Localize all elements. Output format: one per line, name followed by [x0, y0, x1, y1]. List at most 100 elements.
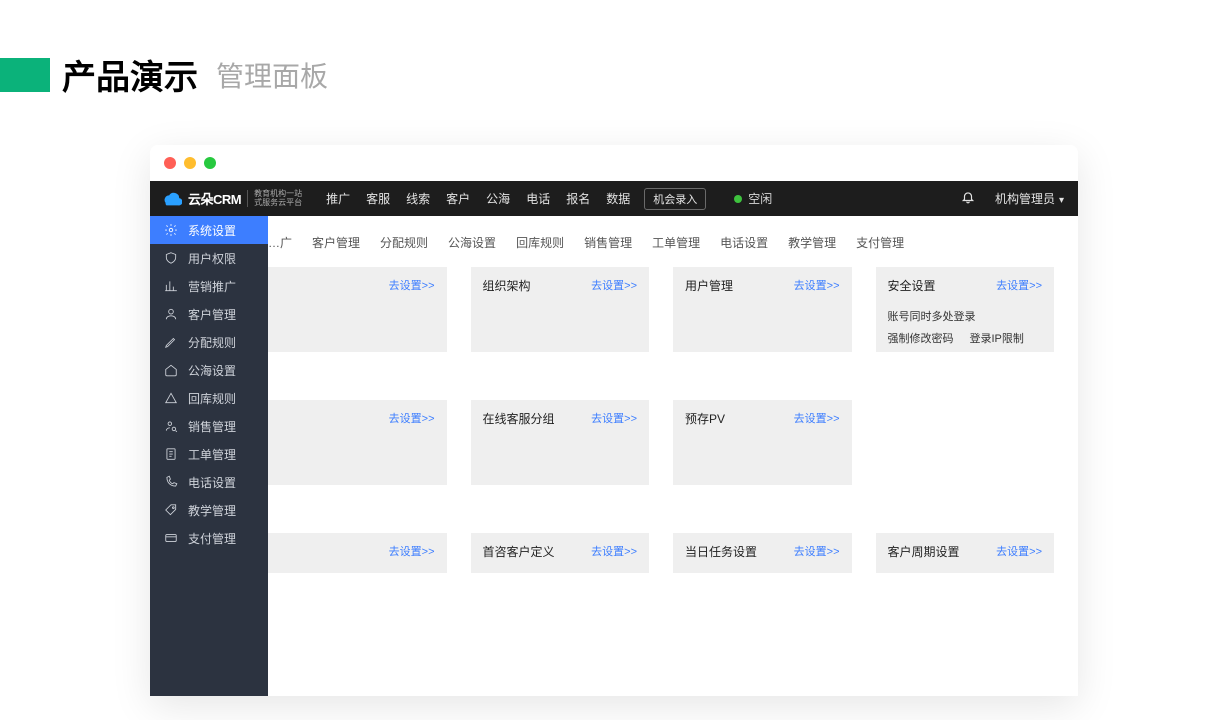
sidebar-item[interactable]: 营销推广 — [150, 272, 268, 300]
settings-card: 预存PV去设置>> — [673, 400, 852, 485]
go-settings-link[interactable]: 去设置>> — [996, 277, 1042, 293]
sub-tab[interactable]: 工单管理 — [642, 228, 710, 257]
app-header: 云朵CRM 教育机构一站式服务云平台 推广客服线索客户公海电话报名数据 机会录入… — [150, 181, 1078, 216]
pen-icon — [164, 335, 178, 349]
sidebar-item-label: 公海设置 — [188, 362, 236, 379]
settings-card: 首咨客户定义去设置>> — [471, 533, 650, 573]
sidebar-item-label: 系统设置 — [188, 222, 236, 239]
sidebar-item-label: 支付管理 — [188, 530, 236, 547]
sub-tabs: …广客户管理分配规则公海设置回库规则销售管理工单管理电话设置教学管理支付管理 — [268, 216, 1078, 267]
browser-window: 云朵CRM 教育机构一站式服务云平台 推广客服线索客户公海电话报名数据 机会录入… — [150, 145, 1078, 696]
app-logo[interactable]: 云朵CRM 教育机构一站式服务云平台 — [150, 189, 312, 208]
sidebar-item[interactable]: 支付管理 — [150, 524, 268, 552]
sidebar-item-label: 销售管理 — [188, 418, 236, 435]
logo-brand: 云朵CRM — [188, 189, 241, 208]
sidebar-item[interactable]: 回库规则 — [150, 384, 268, 412]
go-settings-link[interactable]: 去设置>> — [389, 277, 435, 293]
settings-icon — [164, 223, 178, 237]
logo-tagline: 教育机构一站式服务云平台 — [247, 190, 302, 208]
cloud-icon — [160, 190, 182, 208]
user-menu[interactable]: 机构管理员▾ — [995, 190, 1064, 207]
top-nav-item[interactable]: 客户 — [446, 190, 470, 207]
presence-status[interactable]: 空闲 — [734, 190, 772, 207]
sidebar-item-label: 分配规则 — [188, 334, 236, 351]
sidebar-item[interactable]: 用户权限 — [150, 244, 268, 272]
settings-card: 组织架构去设置>> — [471, 267, 650, 352]
go-settings-link[interactable]: 去设置>> — [389, 410, 435, 426]
sidebar-item[interactable]: 系统设置 — [150, 216, 268, 244]
top-nav-item[interactable]: 推广 — [326, 190, 350, 207]
go-settings-link[interactable]: 去设置>> — [389, 543, 435, 559]
card-row-3: 去设置>>首咨客户定义去设置>>当日任务设置去设置>>客户周期设置去设置>> — [268, 533, 1078, 573]
traffic-light-minimize[interactable] — [184, 157, 196, 169]
card-option[interactable]: 账号同时多处登录 — [888, 308, 976, 324]
sub-tab[interactable]: 电话设置 — [710, 228, 778, 257]
sidebar-item-label: 客户管理 — [188, 306, 236, 323]
sidebar-item[interactable]: 教学管理 — [150, 496, 268, 524]
person-icon — [164, 307, 178, 321]
triangle-icon — [164, 391, 178, 405]
sidebar-item[interactable]: 电话设置 — [150, 468, 268, 496]
sidebar-item-label: 回库规则 — [188, 390, 236, 407]
sidebar-item-label: 电话设置 — [188, 474, 236, 491]
phone-icon — [164, 475, 178, 489]
page-title: 产品演示 — [62, 50, 198, 99]
top-nav-item[interactable]: 数据 — [606, 190, 630, 207]
card-option[interactable]: 强制修改密码 — [888, 330, 954, 346]
go-settings-link[interactable]: 去设置>> — [794, 410, 840, 426]
settings-card: 去设置>> — [268, 267, 447, 352]
user-name: 机构管理员 — [995, 192, 1055, 206]
slide-heading: 产品演示 管理面板 — [0, 0, 1210, 119]
go-settings-link[interactable]: 去设置>> — [996, 543, 1042, 559]
sub-tab[interactable]: 公海设置 — [438, 228, 506, 257]
sidebar-item[interactable]: 销售管理 — [150, 412, 268, 440]
sidebar-item[interactable]: 客户管理 — [150, 300, 268, 328]
sidebar-item[interactable]: 公海设置 — [150, 356, 268, 384]
sidebar-item-label: 工单管理 — [188, 446, 236, 463]
sub-tab[interactable]: 销售管理 — [574, 228, 642, 257]
presence-dot-icon — [734, 195, 742, 203]
settings-card: 去设置>> — [268, 400, 447, 485]
top-nav-item[interactable]: 电话 — [526, 190, 550, 207]
top-nav-item[interactable]: 公海 — [486, 190, 510, 207]
go-settings-link[interactable]: 去设置>> — [591, 543, 637, 559]
go-settings-link[interactable]: 去设置>> — [591, 410, 637, 426]
top-nav-item[interactable]: 报名 — [566, 190, 590, 207]
tag-icon — [164, 503, 178, 517]
card-option[interactable]: 登录IP限制 — [970, 330, 1024, 346]
sidebar-item-label: 营销推广 — [188, 278, 236, 295]
sub-tab[interactable]: 客户管理 — [302, 228, 370, 257]
sidebar-item-label: 教学管理 — [188, 502, 236, 519]
traffic-light-close[interactable] — [164, 157, 176, 169]
opportunity-entry-button[interactable]: 机会录入 — [644, 188, 706, 210]
sidebar-item[interactable]: 工单管理 — [150, 440, 268, 468]
sub-tab[interactable]: 支付管理 — [846, 228, 914, 257]
sub-tab[interactable]: …广 — [268, 228, 302, 257]
accent-bar — [0, 58, 50, 92]
sidebar-item-label: 用户权限 — [188, 250, 236, 267]
sub-tab[interactable]: 回库规则 — [506, 228, 574, 257]
house-icon — [164, 363, 178, 377]
card-row-1: 去设置>>组织架构去设置>>用户管理去设置>>安全设置去设置>>账号同时多处登录… — [268, 267, 1078, 352]
traffic-light-zoom[interactable] — [204, 157, 216, 169]
chart-icon — [164, 279, 178, 293]
settings-card: 客户周期设置去设置>> — [876, 533, 1055, 573]
go-settings-link[interactable]: 去设置>> — [794, 277, 840, 293]
settings-card: 去设置>> — [268, 533, 447, 573]
card-icon — [164, 531, 178, 545]
settings-card: 在线客服分组去设置>> — [471, 400, 650, 485]
top-nav-item[interactable]: 线索 — [406, 190, 430, 207]
top-nav-item[interactable]: 客服 — [366, 190, 390, 207]
sidebar-item[interactable]: 分配规则 — [150, 328, 268, 356]
presence-label: 空闲 — [748, 190, 772, 207]
page-subtitle: 管理面板 — [216, 55, 328, 95]
go-settings-link[interactable]: 去设置>> — [794, 543, 840, 559]
sub-tab[interactable]: 分配规则 — [370, 228, 438, 257]
search-person-icon — [164, 419, 178, 433]
go-settings-link[interactable]: 去设置>> — [591, 277, 637, 293]
shield-icon — [164, 251, 178, 265]
sub-tab[interactable]: 教学管理 — [778, 228, 846, 257]
window-titlebar — [150, 145, 1078, 181]
sidebar: 系统设置用户权限营销推广客户管理分配规则公海设置回库规则销售管理工单管理电话设置… — [150, 216, 268, 696]
notifications-bell[interactable] — [961, 190, 975, 207]
